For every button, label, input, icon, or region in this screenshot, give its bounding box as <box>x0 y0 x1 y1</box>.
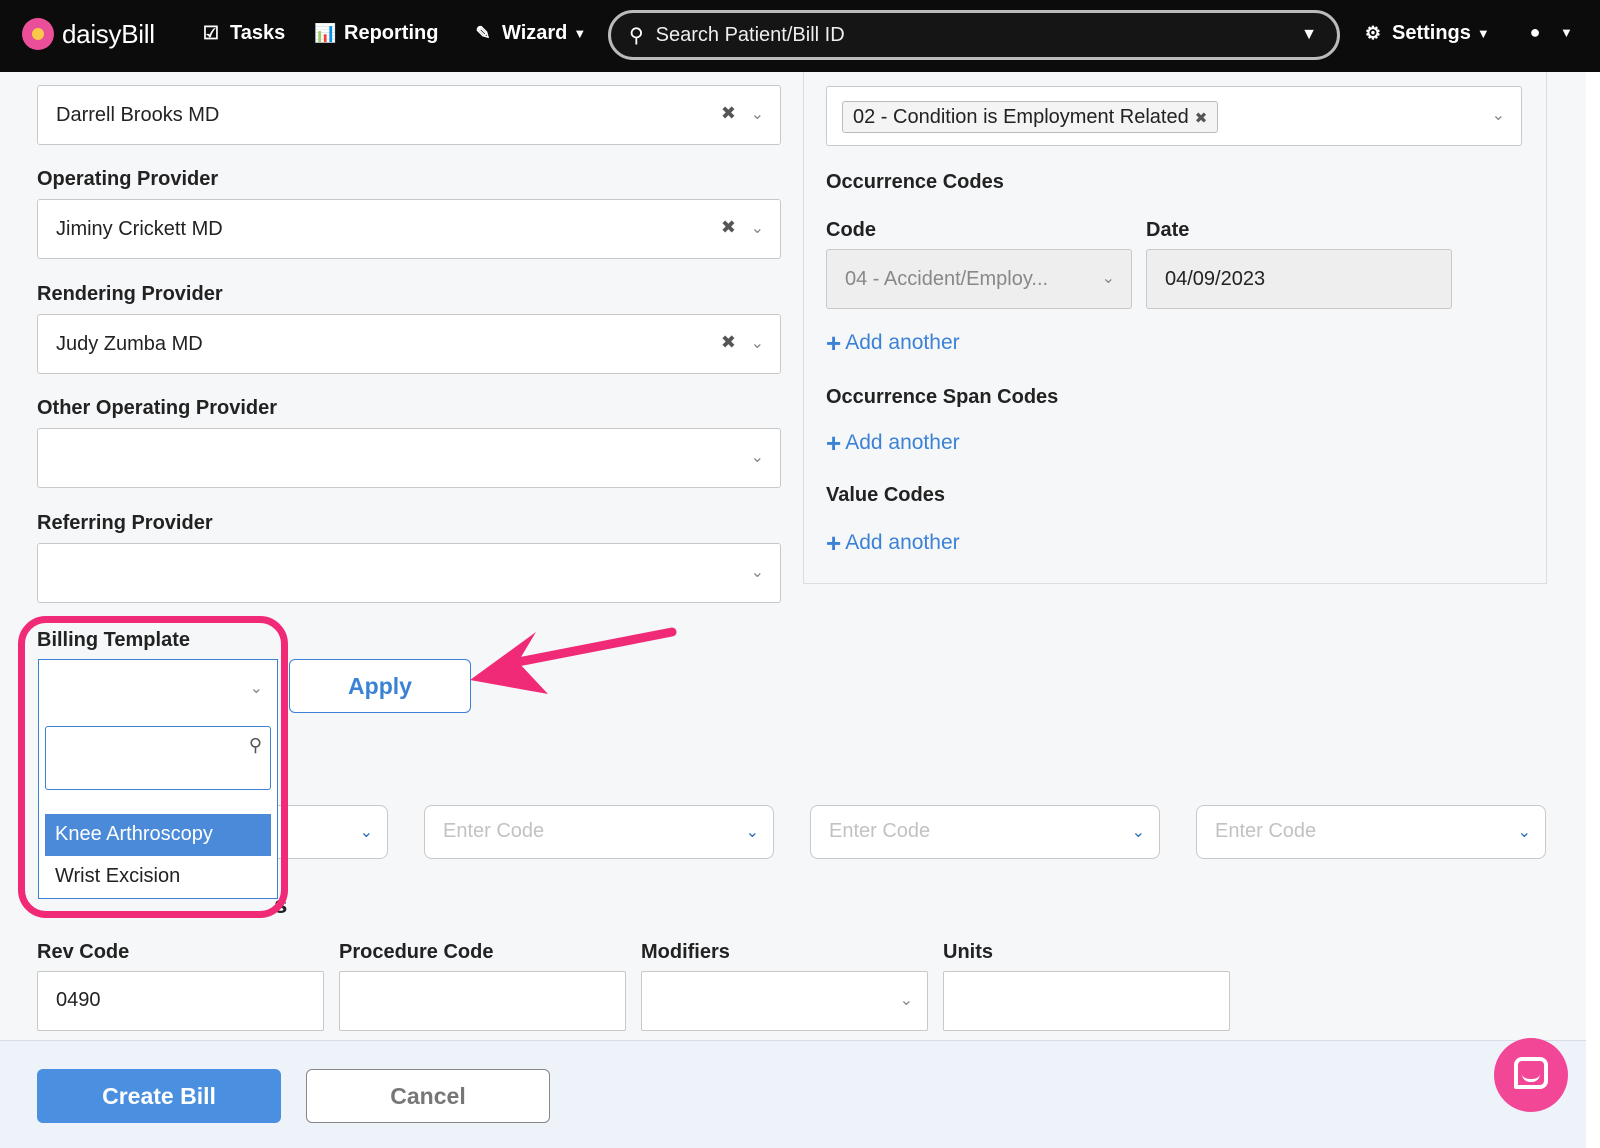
rev-code-value: 0490 <box>56 989 101 1011</box>
diagnosis-code-placeholder: Enter Code <box>1215 820 1317 842</box>
clear-icon[interactable]: ✖ <box>721 332 736 353</box>
code-label: Code <box>826 219 876 241</box>
top-nav: daisyBill ☑ Tasks 📊 Reporting ✎ Wizard ▼… <box>0 0 1600 72</box>
condition-code-tag[interactable]: 02 - Condition is Employment Related ✖ <box>842 101 1219 133</box>
search-input[interactable] <box>655 23 1302 47</box>
nav-wizard-label: Wizard <box>502 22 568 44</box>
rev-code-field[interactable]: 0490 <box>37 971 324 1031</box>
chevron-down-icon: ⌄ <box>750 335 764 352</box>
occurrence-codes-label: Occurrence Codes <box>826 171 1004 193</box>
bar-chart-icon: 📊 <box>314 23 337 43</box>
highlight-box <box>18 616 288 918</box>
other-operating-provider-select[interactable]: ⌄ <box>37 428 781 488</box>
rev-code-label: Rev Code <box>37 941 130 963</box>
diagnosis-code-4[interactable]: Enter Code ⌄ <box>1196 805 1546 859</box>
plus-icon: + <box>826 528 842 558</box>
user-menu[interactable]: ● ▼ <box>1524 22 1573 43</box>
date-label: Date <box>1146 219 1190 241</box>
plus-icon: + <box>826 328 842 358</box>
modifiers-select[interactable]: ⌄ <box>641 971 928 1031</box>
rendering-provider-select[interactable]: Judy Zumba MD ✖ ⌄ <box>37 314 781 374</box>
diagnosis-code-2[interactable]: Enter Code ⌄ <box>424 805 774 859</box>
operating-provider-value: Jiminy Crickett MD <box>56 217 223 240</box>
add-occurrence-span-link[interactable]: + Add another <box>826 430 960 456</box>
chevron-down-icon: ⌄ <box>750 220 764 237</box>
referring-provider-select[interactable]: ⌄ <box>37 543 781 603</box>
occurrence-code-value: 04 - Accident/Employ... <box>845 267 1049 290</box>
magic-wand-icon: ✎ <box>475 23 491 43</box>
chevron-down-icon: ⌄ <box>1491 107 1505 124</box>
diagnosis-code-placeholder: Enter Code <box>829 820 931 842</box>
add-occurrence-code-link[interactable]: + Add another <box>826 330 960 356</box>
add-another-label: Add another <box>845 531 960 554</box>
brand-name: daisyBill <box>62 18 155 49</box>
chevron-down-icon: ▼ <box>1560 25 1573 40</box>
chevron-down-icon: ⌄ <box>750 564 764 581</box>
procedure-code-field[interactable] <box>339 971 626 1031</box>
cancel-button[interactable]: Cancel <box>306 1069 550 1123</box>
units-label: Units <box>943 941 993 963</box>
chat-launcher-button[interactable] <box>1494 1038 1568 1112</box>
occurrence-date-value: 04/09/2023 <box>1165 267 1266 290</box>
condition-code-tag-label: 02 - Condition is Employment Related <box>853 106 1189 128</box>
chevron-down-icon: ⌄ <box>1517 824 1531 841</box>
remove-tag-icon[interactable]: ✖ <box>1195 110 1208 127</box>
rendering-provider-label: Rendering Provider <box>37 283 223 305</box>
nav-reporting[interactable]: 📊 Reporting <box>314 22 438 45</box>
referring-provider-label: Referring Provider <box>37 512 213 534</box>
annotation-arrow <box>470 627 677 694</box>
clear-icon[interactable]: ✖ <box>721 103 736 124</box>
attending-provider-value: Darrell Brooks MD <box>56 103 220 126</box>
search-bar[interactable]: ⚲ ▼ <box>608 10 1340 60</box>
user-circle-icon: ● <box>1529 22 1541 42</box>
rendering-provider-value: Judy Zumba MD <box>56 332 203 355</box>
chevron-down-icon: ⌄ <box>1131 824 1145 841</box>
procedure-code-label: Procedure Code <box>339 941 494 963</box>
chevron-down-icon: ⌄ <box>750 449 764 466</box>
value-codes-label: Value Codes <box>826 484 945 506</box>
search-icon: ⚲ <box>629 24 644 47</box>
attending-provider-select[interactable]: Darrell Brooks MD ✖ ⌄ <box>37 85 781 145</box>
nav-wizard[interactable]: ✎ Wizard ▼ <box>472 22 586 45</box>
diagnosis-code-placeholder: Enter Code <box>443 820 545 842</box>
gear-icon: ⚙ <box>1364 23 1382 43</box>
clear-icon[interactable]: ✖ <box>721 217 736 238</box>
page-edge <box>1586 72 1600 1148</box>
occurrence-date-field[interactable]: 04/09/2023 <box>1146 249 1452 309</box>
clipboard-check-icon: ☑ <box>202 23 220 43</box>
chevron-down-icon: ⌄ <box>750 106 764 123</box>
add-another-label: Add another <box>845 331 960 354</box>
other-operating-provider-label: Other Operating Provider <box>37 397 278 419</box>
chevron-down-icon: ▼ <box>573 26 587 41</box>
diagnosis-code-3[interactable]: Enter Code ⌄ <box>810 805 1160 859</box>
plus-icon: + <box>826 428 842 458</box>
nav-settings[interactable]: ⚙ Settings ▼ <box>1362 22 1490 45</box>
chat-bubble-icon <box>1514 1057 1548 1089</box>
daisy-logo-icon <box>22 18 54 50</box>
add-value-code-link[interactable]: + Add another <box>826 530 960 556</box>
nav-tasks[interactable]: ☑ Tasks <box>200 22 285 45</box>
chevron-down-icon: ⌄ <box>1101 270 1115 287</box>
chevron-down-icon: ⌄ <box>745 824 759 841</box>
add-another-label: Add another <box>845 431 960 454</box>
nav-tasks-label: Tasks <box>230 22 286 44</box>
create-bill-button[interactable]: Create Bill <box>37 1069 281 1123</box>
operating-provider-select[interactable]: Jiminy Crickett MD ✖ ⌄ <box>37 199 781 259</box>
chevron-down-icon: ⌄ <box>359 824 373 841</box>
occurrence-span-codes-label: Occurrence Span Codes <box>826 386 1059 408</box>
brand[interactable]: daisyBill <box>22 18 155 50</box>
chevron-down-icon: ▼ <box>1476 26 1490 41</box>
nav-reporting-label: Reporting <box>344 22 439 44</box>
modifiers-label: Modifiers <box>641 941 730 963</box>
chevron-down-icon: ⌄ <box>899 992 913 1009</box>
units-field[interactable] <box>943 971 1230 1031</box>
nav-settings-label: Settings <box>1392 22 1471 44</box>
occurrence-code-select[interactable]: 04 - Accident/Employ... ⌄ <box>826 249 1132 309</box>
codes-panel <box>803 72 1547 584</box>
chevron-down-icon[interactable]: ▼ <box>1301 26 1317 44</box>
operating-provider-label: Operating Provider <box>37 168 219 190</box>
